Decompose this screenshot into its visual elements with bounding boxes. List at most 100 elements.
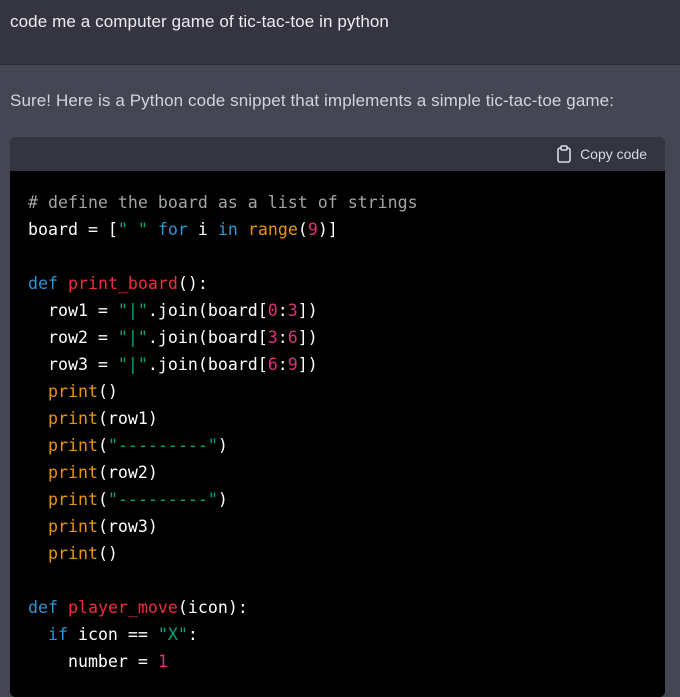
code-token: print	[47, 463, 98, 482]
code-token: print	[47, 436, 98, 455]
code-token: "X"	[157, 625, 188, 644]
code-token: ])	[297, 355, 318, 374]
code-token: 6	[267, 355, 278, 374]
assistant-message: Sure! Here is a Python code snippet that…	[0, 65, 680, 697]
code-line: # define the board as a list of strings	[28, 189, 665, 216]
code-line: if icon == "X":	[28, 621, 665, 648]
code-line: print()	[28, 378, 665, 405]
code-token: number =	[28, 652, 158, 671]
code-token: icon ==	[67, 625, 158, 644]
code-token: .join(board[	[147, 328, 268, 347]
code-line: number = 1	[28, 648, 665, 675]
code-token: print	[47, 409, 98, 428]
code-token: (	[97, 436, 108, 455]
code-line: print("---------")	[28, 432, 665, 459]
code-line: board = [" " for i in range(9)]	[28, 216, 665, 243]
code-token: 0	[267, 301, 278, 320]
code-token: ()	[97, 382, 118, 401]
code-token: (row3)	[97, 517, 158, 536]
code-token: (row2)	[97, 463, 158, 482]
code-block-header: Copy code	[10, 137, 665, 171]
code-line: print(row1)	[28, 405, 665, 432]
code-token: ()	[97, 544, 118, 563]
code-token: .join(board[	[147, 301, 268, 320]
code-token: (icon):	[177, 598, 248, 617]
code-block: Copy code # define the board as a list o…	[10, 137, 665, 697]
code-token: in	[217, 220, 238, 239]
code-line: print("---------")	[28, 486, 665, 513]
code-line: print()	[28, 540, 665, 567]
code-token: 9	[307, 220, 318, 239]
code-token: print	[47, 382, 98, 401]
code-line: def player_move(icon):	[28, 594, 665, 621]
user-message-text: code me a computer game of tic-tac-toe i…	[10, 12, 389, 31]
code-token: 1	[157, 652, 168, 671]
code-token: player_move	[67, 598, 178, 617]
code-token: ])	[297, 301, 318, 320]
code-token: "---------"	[107, 436, 218, 455]
code-token: "|"	[117, 328, 148, 347]
code-token: row1 =	[28, 301, 118, 320]
code-line: print(row3)	[28, 513, 665, 540]
code-token: )	[217, 436, 228, 455]
code-token: print	[47, 517, 98, 536]
code-token: ])	[297, 328, 318, 347]
clipboard-icon	[556, 145, 572, 163]
code-token: )	[217, 490, 228, 509]
code-line: def print_board():	[28, 270, 665, 297]
code-line: row2 = "|".join(board[3:6])	[28, 324, 665, 351]
code-token: 6	[287, 328, 298, 347]
code-token: board = [	[28, 220, 118, 239]
code-token: 3	[287, 301, 298, 320]
code-token: "|"	[117, 301, 148, 320]
user-message: code me a computer game of tic-tac-toe i…	[0, 0, 680, 65]
code-token: def	[28, 274, 58, 293]
code-token: row3 =	[28, 355, 118, 374]
code-token: print	[47, 544, 98, 563]
code-token: i	[187, 220, 218, 239]
code-token: :	[277, 328, 288, 347]
code-content: # define the board as a list of strings b…	[10, 171, 665, 697]
code-token: 9	[287, 355, 298, 374]
code-line: row1 = "|".join(board[0:3])	[28, 297, 665, 324]
code-token: :	[187, 625, 198, 644]
code-token: # define the board as a list of strings	[28, 193, 418, 212]
code-token: 3	[267, 328, 278, 347]
code-token: print	[47, 490, 98, 509]
code-token: row2 =	[28, 328, 118, 347]
code-token: "---------"	[107, 490, 218, 509]
code-token: " "	[117, 220, 148, 239]
code-token: range	[247, 220, 298, 239]
code-token: ():	[177, 274, 208, 293]
code-token: for	[157, 220, 188, 239]
code-token: :	[277, 301, 288, 320]
assistant-message-text: Sure! Here is a Python code snippet that…	[10, 91, 615, 110]
code-token: (	[97, 490, 108, 509]
code-token: def	[28, 598, 58, 617]
code-token: if	[47, 625, 68, 644]
copy-code-button[interactable]: Copy code	[556, 145, 647, 163]
code-token: (row1)	[97, 409, 158, 428]
code-token: print_board	[67, 274, 178, 293]
copy-code-label: Copy code	[580, 146, 647, 162]
code-token: (	[297, 220, 308, 239]
code-token: .join(board[	[147, 355, 268, 374]
code-line: row3 = "|".join(board[6:9])	[28, 351, 665, 378]
code-line: print(row2)	[28, 459, 665, 486]
code-token: )]	[317, 220, 338, 239]
code-token: :	[277, 355, 288, 374]
